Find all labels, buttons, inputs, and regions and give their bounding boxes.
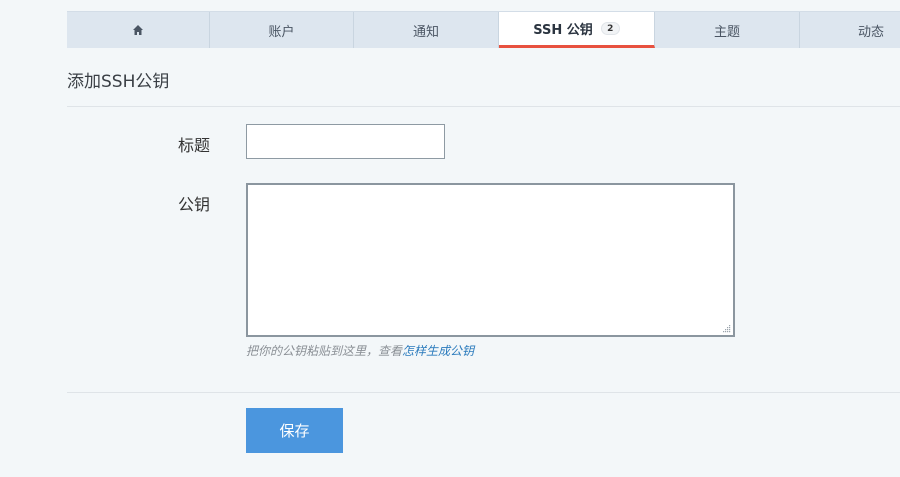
settings-tabs: 账户 通知 SSH 公钥 2 主题 动态 <box>67 11 900 48</box>
tab-theme[interactable]: 主题 <box>655 12 800 48</box>
ssh-keys-count-badge: 2 <box>600 22 620 35</box>
form-divider <box>67 392 900 393</box>
hint-text: 把你的公钥粘贴到这里，查看 <box>246 344 403 358</box>
tab-account[interactable]: 账户 <box>210 12 354 48</box>
title-input[interactable] <box>246 124 445 159</box>
public-key-label: 公钥 <box>178 195 211 214</box>
tab-theme-label: 主题 <box>713 24 740 40</box>
tab-ssh-keys[interactable]: SSH 公钥 2 <box>499 12 655 48</box>
page-title: 添加SSH公钥 <box>67 72 170 92</box>
resize-grip-icon[interactable] <box>722 324 731 333</box>
tab-activity-label: 动态 <box>858 24 885 40</box>
public-key-hint: 把你的公钥粘贴到这里，查看怎样生成公钥 <box>246 342 474 359</box>
tab-account-label: 账户 <box>268 24 295 40</box>
tab-notifications-label: 通知 <box>412 24 439 40</box>
tab-ssh-keys-label: SSH 公钥 <box>533 23 593 38</box>
save-button[interactable]: 保存 <box>246 408 343 453</box>
how-to-generate-key-link[interactable]: 怎样生成公钥 <box>402 344 474 358</box>
header-divider <box>67 106 900 107</box>
tab-activity[interactable]: 动态 <box>800 12 900 48</box>
home-icon <box>133 25 143 35</box>
title-label: 标题 <box>178 136 211 155</box>
public-key-textarea[interactable] <box>246 183 735 337</box>
tab-home[interactable] <box>67 12 210 48</box>
tab-notifications[interactable]: 通知 <box>354 12 499 48</box>
